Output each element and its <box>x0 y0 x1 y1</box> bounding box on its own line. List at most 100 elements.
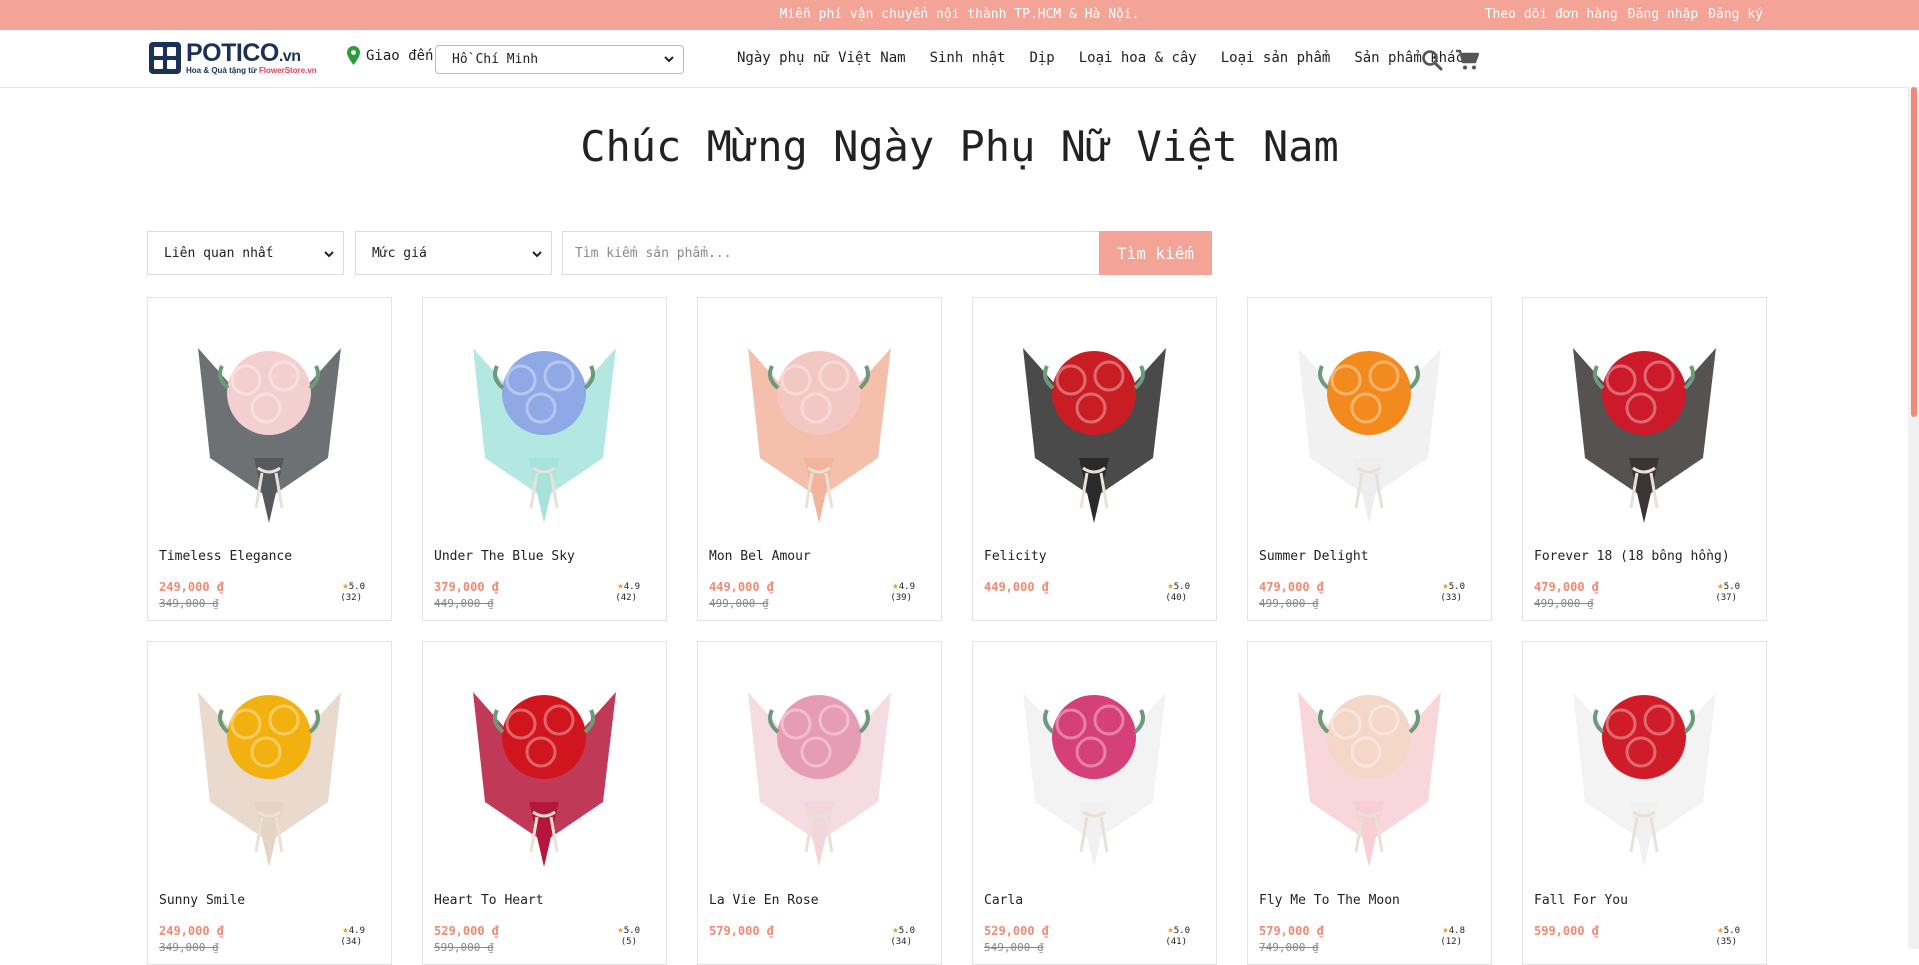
review-count: (40) <box>1165 593 1187 603</box>
product-old-price: 349,000 ₫ <box>159 941 219 954</box>
product-card[interactable]: Sunny Smile 249,000 ₫ 349,000 ₫ ★4.9 (34) <box>147 641 392 965</box>
product-grid: Timeless Elegance 249,000 ₫ 349,000 ₫ ★5.0(… <box>147 297 1767 965</box>
product-old-price: 749,000 ₫ <box>1259 941 1319 954</box>
product-name[interactable]: Mon Bel Amour <box>709 549 811 564</box>
product-card[interactable]: Heart To Heart 529,000 ₫ 599,000 ₫ ★5.0 (5) <box>422 641 667 965</box>
logo-name: POTICO <box>186 39 279 67</box>
star-icon: ★ <box>617 579 624 592</box>
nav-item-womens-day[interactable]: Ngày phụ nữ Việt Nam <box>737 50 906 66</box>
bouquet-image[interactable] <box>708 308 931 533</box>
rating-value: 5.0 <box>1173 582 1190 592</box>
product-price: 379,000 ₫ <box>434 580 500 594</box>
rating-value: 5.0 <box>1723 926 1740 936</box>
product-name[interactable]: Timeless Elegance <box>159 549 292 564</box>
product-rating: ★5.0 <box>617 923 640 936</box>
product-name[interactable]: Summer Delight <box>1259 549 1369 564</box>
product-old-price: 499,000 ₫ <box>1259 597 1319 610</box>
product-card[interactable]: Fall For You 599,000 ₫ ★5.0 (35) <box>1522 641 1767 965</box>
login-link[interactable]: Đăng nhập <box>1628 7 1698 22</box>
product-old-price: 349,000 ₫ <box>159 597 219 610</box>
product-name[interactable]: Sunny Smile <box>159 893 245 908</box>
product-card[interactable]: Forever 18 (18 bông hồng) 479,000 ₫ 499,00… <box>1522 297 1767 621</box>
page-scrollbar[interactable] <box>1908 87 1919 949</box>
star-icon: ★ <box>1167 579 1174 592</box>
product-name[interactable]: Fly Me To The Moon <box>1259 893 1400 908</box>
star-icon: ★ <box>1717 923 1724 936</box>
nav-item-other-products[interactable]: Sản phẩm khác <box>1354 50 1464 66</box>
city-select[interactable]: Hồ Chí Minh <box>435 45 684 74</box>
bouquet-image[interactable] <box>433 308 656 533</box>
product-card[interactable]: Carla 529,000 ₫ 549,000 ₫ ★5.0 (41) <box>972 641 1217 965</box>
product-name[interactable]: Felicity <box>984 549 1047 564</box>
site-logo[interactable]: POTICO.vn Hoa & Quà tặng từ FlowerStore.… <box>149 41 317 75</box>
bouquet-image[interactable] <box>1258 652 1481 877</box>
product-rating: ★5.0 <box>1442 579 1465 592</box>
chevron-down-icon <box>532 251 542 258</box>
search-icon[interactable] <box>1421 49 1443 71</box>
review-count: (33) <box>1440 593 1462 603</box>
star-icon: ★ <box>342 923 349 936</box>
city-select-value: Hồ Chí Minh <box>452 52 539 67</box>
product-name[interactable]: Fall For You <box>1534 893 1628 908</box>
sort-select[interactable]: Liên quan nhất <box>147 231 344 275</box>
bouquet-image[interactable] <box>1258 308 1481 533</box>
nav-item-birthday[interactable]: Sinh nhật <box>930 50 1006 66</box>
product-card[interactable]: Mon Bel Amour 449,000 ₫ 499,000 ₫ ★4.9 (39) <box>697 297 942 621</box>
product-card[interactable]: Under The Blue Sky 379,000 ₫ 449,000 ₫ ★4.9… <box>422 297 667 621</box>
register-link[interactable]: Đăng ký <box>1708 7 1763 22</box>
bouquet-image[interactable] <box>708 652 931 877</box>
price-select[interactable]: Mức giá <box>355 231 552 275</box>
product-price: 529,000 ₫ <box>984 924 1050 938</box>
review-count: (34) <box>890 937 912 947</box>
product-name[interactable]: Heart To Heart <box>434 893 544 908</box>
location-pin-icon <box>347 46 360 65</box>
product-card[interactable]: La Vie En Rose 579,000 ₫ ★5.0 (34) <box>697 641 942 965</box>
cart-icon[interactable] <box>1455 49 1479 71</box>
product-rating: ★4.9 <box>617 579 640 592</box>
deliver-to: Giao đến <box>347 46 433 65</box>
bouquet-image[interactable] <box>983 652 1206 877</box>
nav-item-product-types[interactable]: Loại sản phẩm <box>1221 50 1331 66</box>
product-rating: ★5.0 <box>1717 579 1740 592</box>
product-rating: ★5.0 <box>342 579 365 592</box>
product-old-price: 599,000 ₫ <box>434 941 494 954</box>
review-count: (39) <box>890 593 912 603</box>
product-card[interactable]: Summer Delight 479,000 ₫ 499,000 ₫ ★5.0 (33) <box>1247 297 1492 621</box>
product-search-input[interactable] <box>562 231 1099 275</box>
review-count: (42) <box>615 593 637 603</box>
bouquet-image[interactable] <box>158 308 381 533</box>
review-count: (34) <box>340 937 362 947</box>
product-name[interactable]: La Vie En Rose <box>709 893 819 908</box>
bouquet-image[interactable] <box>158 652 381 877</box>
bouquet-image[interactable] <box>1533 652 1756 877</box>
scrollbar-thumb[interactable] <box>1911 87 1917 417</box>
nav-item-occasion[interactable]: Dịp <box>1029 50 1054 66</box>
bouquet-image[interactable] <box>433 652 656 877</box>
product-rating: ★4.9 <box>892 579 915 592</box>
chevron-down-icon <box>664 56 674 63</box>
product-name[interactable]: Forever 18 (18 bông hồng) <box>1534 549 1730 564</box>
rating-value: 5.0 <box>898 926 915 936</box>
product-price: 249,000 ₫ <box>159 924 225 938</box>
rating-value: 4.9 <box>898 582 915 592</box>
bouquet-image[interactable] <box>983 308 1206 533</box>
product-rating: ★5.0 <box>1167 579 1190 592</box>
star-icon: ★ <box>617 923 624 936</box>
product-old-price: 549,000 ₫ <box>984 941 1044 954</box>
product-rating: ★5.0 <box>892 923 915 936</box>
product-card[interactable]: Fly Me To The Moon 579,000 ₫ 749,000 ₫ ★4.8… <box>1247 641 1492 965</box>
review-count: (35) <box>1715 937 1737 947</box>
product-price: 479,000 ₫ <box>1534 580 1600 594</box>
review-count: (32) <box>340 593 362 603</box>
search-button[interactable]: Tìm kiếm <box>1099 231 1212 275</box>
promo-bar: Miễn phí vận chuyển nội thành TP.HCM & H… <box>0 0 1919 30</box>
bouquet-image[interactable] <box>1533 308 1756 533</box>
track-order-link[interactable]: Theo dõi đơn hàng <box>1485 7 1618 22</box>
rating-value: 4.9 <box>348 926 365 936</box>
product-name[interactable]: Under The Blue Sky <box>434 549 575 564</box>
nav-item-flower-types[interactable]: Loại hoa & cây <box>1079 50 1197 66</box>
product-card[interactable]: Timeless Elegance 249,000 ₫ 349,000 ₫ ★5.0(… <box>147 297 392 621</box>
logo-mark-icon <box>149 42 181 74</box>
product-name[interactable]: Carla <box>984 893 1023 908</box>
product-card[interactable]: Felicity 449,000 ₫ ★5.0 (40) <box>972 297 1217 621</box>
